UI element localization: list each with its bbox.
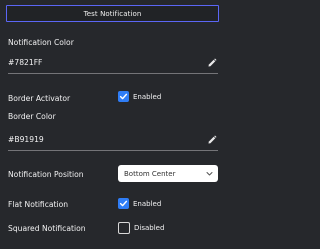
squared-notification-label: Squared Notification [8,224,86,233]
border-color-value[interactable]: #B91919 [8,135,44,144]
notification-settings-panel: Test Notification Notification Color #78… [0,0,225,249]
border-activator-checkbox[interactable] [118,91,129,102]
notification-position-selected: Bottom Center [124,169,176,178]
border-activator-label: Border Activator [8,94,71,103]
pencil-icon[interactable] [207,58,217,68]
flat-notification-toggle[interactable]: Enabled [118,198,161,209]
squared-notification-state: Disabled [134,224,165,232]
checkmark-icon [119,93,128,100]
border-color-underline [8,150,218,151]
flat-notification-checkbox[interactable] [118,198,129,209]
notification-position-select[interactable]: Bottom Center [118,165,218,182]
flat-notification-state: Enabled [133,199,162,208]
test-notification-label: Test Notification [83,9,142,18]
chevron-down-icon [206,172,213,176]
flat-notification-label: Flat Notification [8,200,69,209]
checkmark-icon [119,200,128,207]
pencil-icon[interactable] [207,135,217,145]
squared-notification-checkbox[interactable] [118,222,130,234]
notification-position-label: Notification Position [8,170,84,179]
notification-color-underline [8,73,218,74]
notification-color-label: Notification Color [8,38,74,47]
border-activator-state: Enabled [133,92,162,101]
squared-notification-toggle[interactable]: Disabled [118,222,164,234]
notification-color-value[interactable]: #7821FF [8,58,42,67]
border-activator-toggle[interactable]: Enabled [118,91,161,102]
test-notification-button[interactable]: Test Notification [6,5,219,22]
border-color-label: Border Color [8,112,56,121]
